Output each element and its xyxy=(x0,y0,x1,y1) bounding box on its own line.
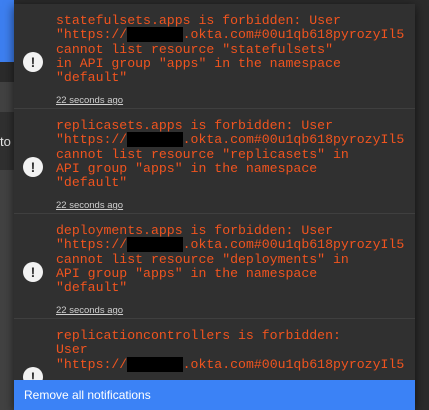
exclamation-circle-icon: ! xyxy=(23,367,43,380)
notification-timestamp: 22 seconds ago xyxy=(56,200,124,211)
notification-timestamp: 22 seconds ago xyxy=(56,95,124,106)
notification-message: replicasets.apps is forbidden: User "htt… xyxy=(56,118,405,191)
remove-all-notifications-button[interactable]: Remove all notifications xyxy=(24,380,151,410)
redacted-text: XXXXXXX xyxy=(127,237,183,253)
exclamation-circle-icon: ! xyxy=(23,157,43,177)
notification-message: deployments.apps is forbidden: User "htt… xyxy=(56,223,405,296)
notification-message: replicationcontrollers is forbidden: Use… xyxy=(56,328,405,372)
notification-item[interactable]: ! replicationcontrollers is forbidden: U… xyxy=(14,319,415,380)
redacted-text: XXXXXXX xyxy=(127,132,183,148)
redacted-text: XXXXXXX xyxy=(127,356,183,372)
background-header xyxy=(0,0,14,62)
exclamation-circle-icon: ! xyxy=(23,262,43,282)
notification-item[interactable]: ! statefulsets.apps is forbidden: User "… xyxy=(14,4,415,109)
redacted-text: XXXXXXX xyxy=(127,27,183,43)
notification-item[interactable]: ! replicasets.apps is forbidden: User "h… xyxy=(14,109,415,214)
notification-timestamp: 22 seconds ago xyxy=(56,305,124,316)
background-text: to xyxy=(0,134,11,149)
notifications-panel: ! statefulsets.apps is forbidden: User "… xyxy=(14,4,415,410)
notification-list[interactable]: ! statefulsets.apps is forbidden: User "… xyxy=(14,4,415,380)
exclamation-circle-icon: ! xyxy=(23,52,43,72)
notification-item[interactable]: ! deployments.apps is forbidden: User "h… xyxy=(14,214,415,319)
notification-message: statefulsets.apps is forbidden: User "ht… xyxy=(56,13,405,86)
notifications-footer: Remove all notifications xyxy=(14,380,415,410)
